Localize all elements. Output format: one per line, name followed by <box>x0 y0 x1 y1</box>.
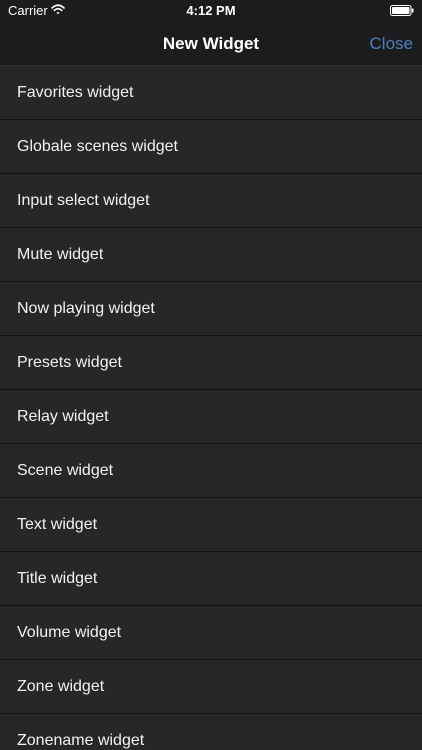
widget-list[interactable]: Favorites widget Globale scenes widget I… <box>0 66 422 750</box>
list-item-label: Scene widget <box>17 462 114 479</box>
clock-time: 4:12 PM <box>186 3 236 18</box>
list-item-zonename-widget[interactable]: Zonename widget <box>0 714 422 750</box>
list-item-scene-widget[interactable]: Scene widget <box>0 444 422 498</box>
list-item-globale-scenes-widget[interactable]: Globale scenes widget <box>0 120 422 174</box>
list-item-input-select-widget[interactable]: Input select widget <box>0 174 422 228</box>
list-item-relay-widget[interactable]: Relay widget <box>0 390 422 444</box>
list-item-label: Mute widget <box>17 246 104 263</box>
page-title: New Widget <box>162 34 260 53</box>
list-item-mute-widget[interactable]: Mute widget <box>0 228 422 282</box>
list-item-presets-widget[interactable]: Presets widget <box>0 336 422 390</box>
list-item-now-playing-widget[interactable]: Now playing widget <box>0 282 422 336</box>
list-item-label: Relay widget <box>17 408 109 425</box>
list-item-title-widget[interactable]: Title widget <box>0 552 422 606</box>
list-item-zone-widget[interactable]: Zone widget <box>0 660 422 714</box>
list-item-label: Presets widget <box>17 354 122 371</box>
close-button[interactable]: Close <box>370 22 413 66</box>
list-item-label: Input select widget <box>17 192 150 209</box>
navigation-bar: New Widget Close <box>0 22 422 66</box>
list-item-label: Favorites widget <box>17 84 134 101</box>
list-item-favorites-widget[interactable]: Favorites widget <box>0 66 422 120</box>
list-item-label: Volume widget <box>17 624 122 641</box>
list-item-label: Now playing widget <box>17 300 155 317</box>
list-item-label: Globale scenes widget <box>17 138 178 155</box>
list-item-label: Title widget <box>17 570 98 587</box>
list-item-label: Zone widget <box>17 678 105 695</box>
list-item-label: Text widget <box>17 516 98 533</box>
list-item-volume-widget[interactable]: Volume widget <box>0 606 422 660</box>
list-item-text-widget[interactable]: Text widget <box>0 498 422 552</box>
battery-icon <box>390 5 414 16</box>
list-item-label: Zonename widget <box>17 732 145 749</box>
status-bar: Carrier 4:12 PM <box>0 0 422 22</box>
